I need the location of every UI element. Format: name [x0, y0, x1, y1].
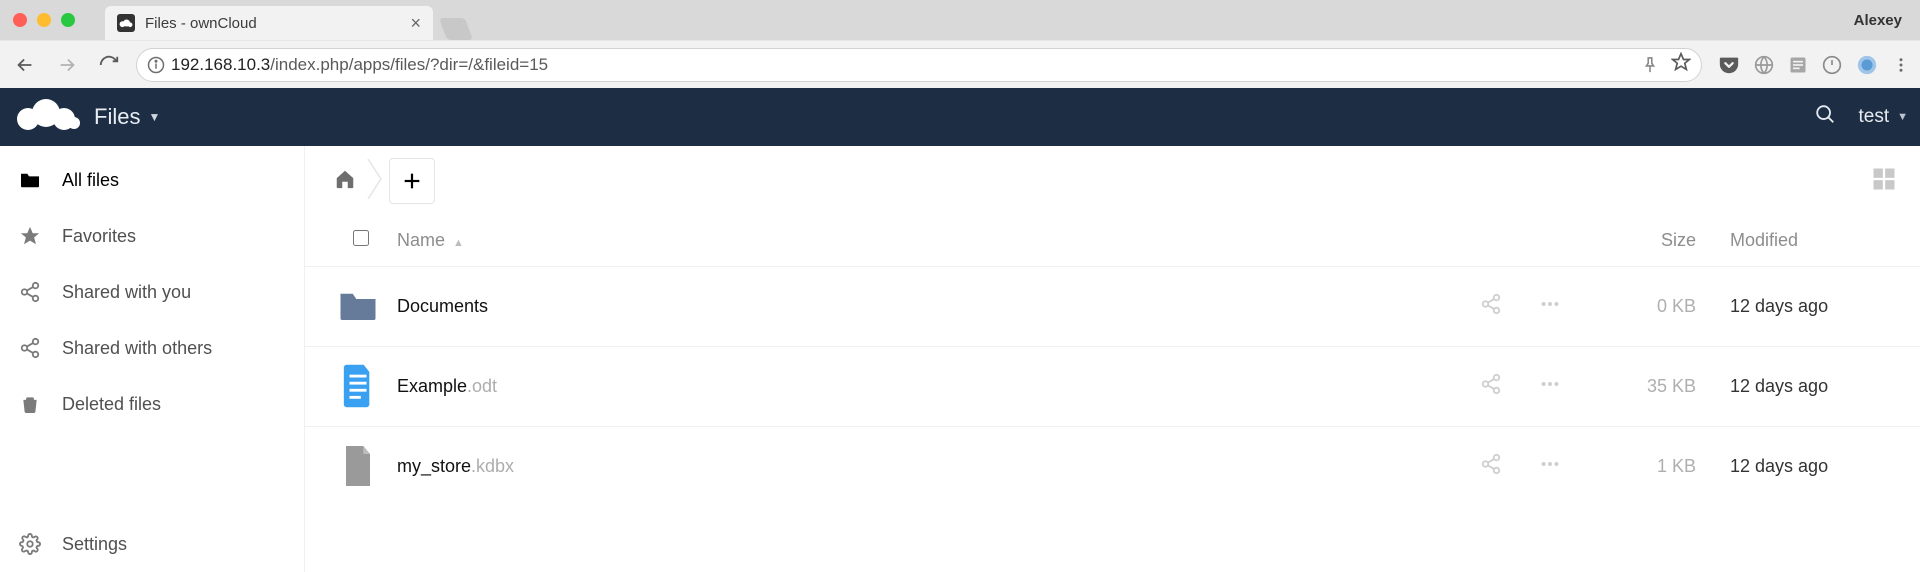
- pin-icon[interactable]: [1643, 57, 1657, 73]
- pocket-icon[interactable]: [1718, 54, 1740, 76]
- document-icon: [337, 360, 379, 412]
- new-tab-button[interactable]: [439, 18, 473, 40]
- file-size: 1 KB: [1580, 426, 1720, 506]
- sidebar-item-settings[interactable]: Settings: [0, 516, 304, 572]
- sidebar-item-label: Shared with you: [62, 282, 191, 303]
- breadcrumb-separator: [367, 159, 385, 204]
- close-tab-icon[interactable]: ×: [410, 13, 421, 34]
- file-name: my_store: [397, 456, 471, 476]
- share-icon[interactable]: [1480, 293, 1502, 320]
- sidebar-item-label: Settings: [62, 534, 127, 555]
- browser-toolbar: 192.168.10.3/index.php/apps/files/?dir=/…: [0, 40, 1920, 88]
- sidebar-item-shared-with-others[interactable]: Shared with others: [0, 320, 304, 376]
- trash-icon: [18, 393, 42, 415]
- sidebar-item-deleted-files[interactable]: Deleted files: [0, 376, 304, 432]
- article-icon[interactable]: [1788, 55, 1808, 75]
- reload-button[interactable]: [94, 50, 124, 80]
- search-icon[interactable]: [1814, 103, 1836, 131]
- file-size: 35 KB: [1580, 346, 1720, 426]
- sidebar-item-label: Deleted files: [62, 394, 161, 415]
- file-name: Documents: [397, 296, 488, 316]
- folder-icon: [18, 171, 42, 189]
- owncloud-logo[interactable]: [12, 97, 84, 138]
- file-modified: 12 days ago: [1720, 346, 1920, 426]
- share-icon: [18, 281, 42, 303]
- add-button[interactable]: [389, 158, 435, 204]
- controls-bar: [305, 146, 1920, 216]
- table-row[interactable]: Example.odt 35 KB 12 days ago: [305, 346, 1920, 426]
- app-nav-label: Files: [94, 104, 140, 130]
- column-name[interactable]: Name: [397, 230, 445, 250]
- kebab-menu-icon[interactable]: [1892, 55, 1910, 75]
- file-ext: .kdbx: [471, 456, 514, 476]
- info-icon: [147, 56, 165, 74]
- folder-icon: [337, 280, 379, 332]
- share-icon[interactable]: [1480, 373, 1502, 400]
- power-icon[interactable]: [1822, 55, 1842, 75]
- view-grid-button[interactable]: [1870, 165, 1898, 198]
- window-close-button[interactable]: [13, 13, 27, 27]
- url-host: 192.168.10.3: [171, 55, 270, 74]
- user-label: test: [1858, 106, 1889, 128]
- browser-titlebar: Files - ownCloud × Alexey: [0, 0, 1920, 40]
- sidebar: All files Favorites Shared with you Shar…: [0, 146, 305, 572]
- globe-icon[interactable]: [1754, 55, 1774, 75]
- sidebar-item-favorites[interactable]: Favorites: [0, 208, 304, 264]
- file-name: Example: [397, 376, 467, 396]
- app-nav-dropdown[interactable]: Files ▼: [94, 104, 160, 130]
- address-bar[interactable]: 192.168.10.3/index.php/apps/files/?dir=/…: [136, 48, 1702, 82]
- table-row[interactable]: Documents 0 KB 12 days ago: [305, 266, 1920, 346]
- star-icon: [18, 225, 42, 247]
- os-username: Alexey: [1854, 12, 1902, 29]
- column-size[interactable]: Size: [1661, 230, 1696, 250]
- file-modified: 12 days ago: [1720, 266, 1920, 346]
- sidebar-item-shared-with-you[interactable]: Shared with you: [0, 264, 304, 320]
- select-all-checkbox[interactable]: [353, 230, 369, 246]
- sidebar-item-label: Favorites: [62, 226, 136, 247]
- user-menu[interactable]: test ▼: [1858, 106, 1908, 128]
- url-path: /index.php/apps/files/?dir=/&fileid=15: [270, 55, 548, 74]
- file-ext: .odt: [467, 376, 497, 396]
- more-icon[interactable]: [1538, 373, 1562, 400]
- breadcrumb-home[interactable]: [323, 160, 367, 203]
- table-row[interactable]: my_store.kdbx 1 KB 12 days ago: [305, 426, 1920, 506]
- sort-asc-icon: ▲: [453, 237, 464, 249]
- file-modified: 12 days ago: [1720, 426, 1920, 506]
- file-size: 0 KB: [1580, 266, 1720, 346]
- back-button[interactable]: [10, 50, 40, 80]
- column-modified[interactable]: Modified: [1730, 230, 1798, 250]
- window-fullscreen-button[interactable]: [61, 13, 75, 27]
- file-list: Name ▲ Size Modified Documents 0 KB 12 da…: [305, 216, 1920, 506]
- sidebar-item-label: Shared with others: [62, 338, 212, 359]
- sidebar-item-all-files[interactable]: All files: [0, 152, 304, 208]
- caret-down-icon: ▼: [1897, 111, 1908, 123]
- more-icon[interactable]: [1538, 293, 1562, 320]
- sidebar-item-label: All files: [62, 170, 119, 191]
- forward-button[interactable]: [52, 50, 82, 80]
- window-minimize-button[interactable]: [37, 13, 51, 27]
- app-header: Files ▼ test ▼: [0, 88, 1920, 146]
- caret-down-icon: ▼: [148, 110, 160, 124]
- firefox-ext-icon[interactable]: [1856, 54, 1878, 76]
- bookmark-icon[interactable]: [1671, 52, 1691, 77]
- gear-icon: [18, 533, 42, 555]
- browser-tab[interactable]: Files - ownCloud ×: [105, 6, 433, 40]
- share-icon[interactable]: [1480, 453, 1502, 480]
- more-icon[interactable]: [1538, 453, 1562, 480]
- owncloud-favicon: [117, 14, 135, 32]
- share-icon: [18, 337, 42, 359]
- browser-tab-title: Files - ownCloud: [145, 15, 400, 32]
- file-icon: [337, 440, 379, 492]
